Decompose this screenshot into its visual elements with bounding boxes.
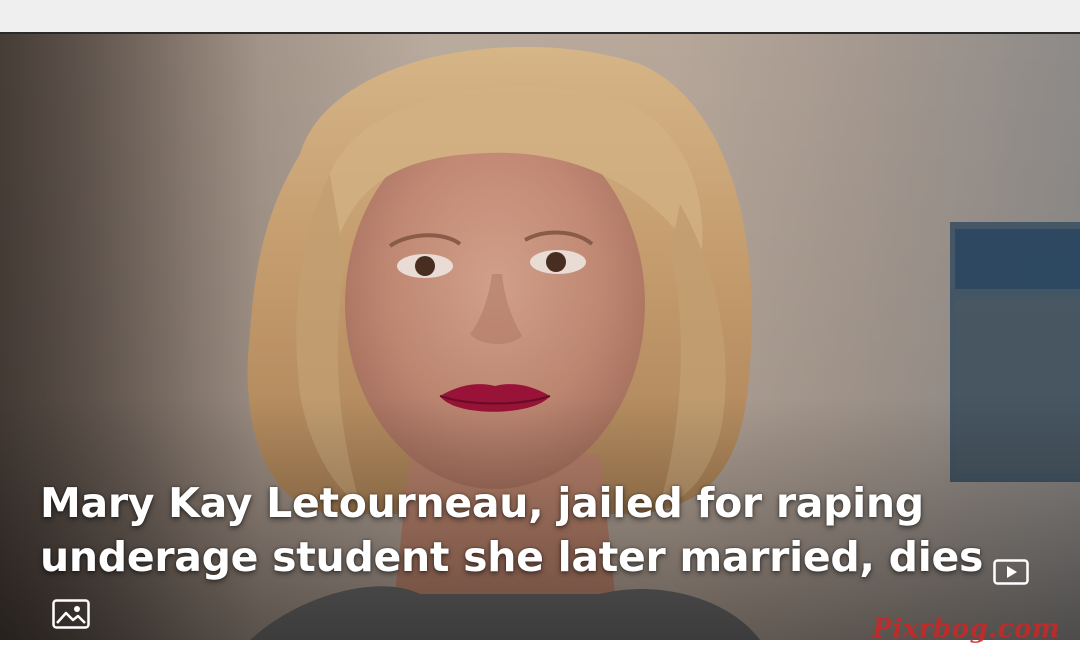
browser-top-bar: [0, 0, 1080, 34]
image-gallery-icon[interactable]: [52, 599, 90, 629]
article-headline[interactable]: Mary Kay Letourneau, jailed for raping u…: [40, 476, 1070, 585]
video-play-icon[interactable]: [993, 544, 1029, 585]
hero-image[interactable]: Mary Kay Letourneau, jailed for raping u…: [0, 34, 1080, 640]
watermark: Pixrbog.com: [872, 614, 1060, 644]
headline-text[interactable]: Mary Kay Letourneau, jailed for raping u…: [40, 479, 983, 581]
